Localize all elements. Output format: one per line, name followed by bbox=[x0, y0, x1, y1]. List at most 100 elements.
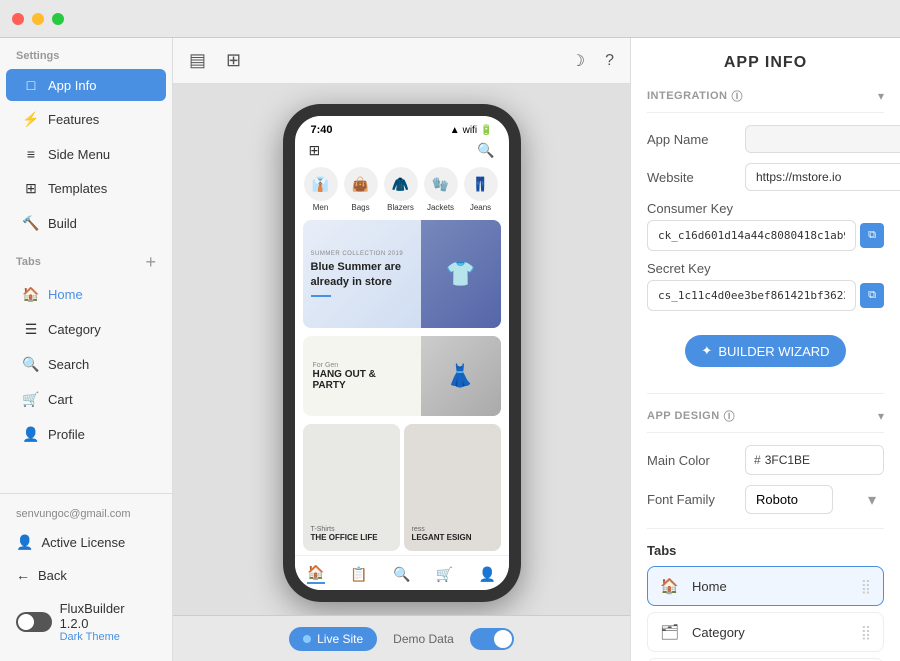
category-blazers-label: Blazers bbox=[387, 203, 414, 212]
consumer-key-input[interactable] bbox=[647, 220, 856, 251]
category-men-label: Men bbox=[313, 203, 329, 212]
phone-search-icon[interactable]: 🔍 bbox=[477, 142, 494, 159]
sidebar-toggle-icon[interactable]: ▤ bbox=[189, 50, 206, 71]
hamburger-icon[interactable]: ⊞ bbox=[309, 142, 321, 159]
cart-icon: 🛒 bbox=[22, 391, 40, 408]
features-icon: ⚡ bbox=[22, 111, 40, 128]
category-men[interactable]: 👔 Men bbox=[303, 167, 339, 212]
grid-view-icon[interactable]: ⊞ bbox=[226, 50, 241, 71]
demo-toggle-knob bbox=[494, 630, 512, 648]
banner-2: For Gen HANG OUT & PARTY 👗 bbox=[303, 336, 501, 416]
design-info-icon: ⓘ bbox=[724, 408, 736, 424]
font-family-select[interactable]: Roboto Open Sans Lato Montserrat bbox=[745, 485, 833, 514]
info-icon: ⓘ bbox=[731, 88, 743, 104]
tab-home-drag[interactable]: ⣿ bbox=[861, 578, 871, 595]
sidebar-item-app-info[interactable]: □ App Info bbox=[6, 69, 166, 101]
demo-toggle[interactable] bbox=[470, 628, 514, 650]
demo-data-label: Demo Data bbox=[393, 632, 454, 646]
banner-row: T-Shirts THE OFFICE LIFE ress LEGANT ESI… bbox=[303, 424, 501, 551]
banner1-tag: SUMMER COLLECTION 2019 bbox=[311, 251, 413, 257]
website-input[interactable] bbox=[745, 163, 900, 191]
battery-icon: 🔋 bbox=[480, 125, 492, 136]
secret-key-copy-btn[interactable]: ⧉ bbox=[860, 283, 884, 308]
phone-bottom-nav: 🏠 📋 🔍 🛒 👤 bbox=[295, 555, 509, 590]
phone-nav-search[interactable]: 🔍 bbox=[393, 566, 410, 583]
dark-mode-icon[interactable]: ☽ bbox=[571, 51, 585, 71]
category-jeans[interactable]: 👖 Jeans bbox=[463, 167, 499, 212]
banner2-title: HANG OUT & PARTY bbox=[313, 369, 411, 391]
license-label: Active License bbox=[41, 535, 125, 550]
help-icon[interactable]: ? bbox=[605, 52, 614, 70]
traffic-light-green[interactable] bbox=[52, 13, 64, 25]
phone-nav-home[interactable]: 🏠 bbox=[307, 564, 325, 584]
wifi-icon: wifi bbox=[463, 125, 477, 136]
banner2-image: 👗 bbox=[421, 336, 501, 416]
sidebar-item-build[interactable]: 🔨 Build bbox=[6, 207, 166, 240]
consumer-key-copy-btn[interactable]: ⧉ bbox=[860, 223, 884, 248]
sidebar-tab-home[interactable]: 🏠 Home bbox=[6, 278, 166, 311]
phone-nav-cart[interactable]: 🛒 bbox=[436, 566, 453, 583]
add-tab-button[interactable]: + bbox=[145, 253, 156, 271]
sidebar-tab-home-label: Home bbox=[48, 287, 83, 302]
banner1-image: 👕 bbox=[421, 220, 501, 328]
tab-home-label: Home bbox=[692, 579, 861, 594]
phone-time: 7:40 bbox=[311, 124, 333, 136]
sidebar-label-app-info: App Info bbox=[48, 78, 96, 93]
right-panel: APP INFO INTEGRATION ⓘ ▾ App Name Websit… bbox=[630, 38, 900, 661]
category-jeans-label: Jeans bbox=[470, 203, 491, 212]
tabs-section-label: Tabs bbox=[647, 543, 884, 558]
banner1-title: Blue Summer are already in store bbox=[311, 260, 413, 289]
app-version: FluxBuilder 1.2.0 bbox=[60, 601, 156, 631]
panel-title: APP INFO bbox=[647, 54, 884, 72]
traffic-light-red[interactable] bbox=[12, 13, 24, 25]
phone-search-bar: ⊞ 🔍 bbox=[295, 138, 509, 163]
sidebar-item-features[interactable]: ⚡ Features bbox=[6, 103, 166, 136]
dark-theme-toggle[interactable] bbox=[16, 612, 52, 632]
category-blazers[interactable]: 🧥 Blazers bbox=[383, 167, 419, 212]
phone-nav-category[interactable]: 📋 bbox=[350, 566, 367, 583]
category-jackets[interactable]: 🧤 Jackets bbox=[423, 167, 459, 212]
app-name-input[interactable] bbox=[745, 125, 900, 153]
sidebar-tab-cart[interactable]: 🛒 Cart bbox=[6, 383, 166, 416]
banner-1: SUMMER COLLECTION 2019 Blue Summer are a… bbox=[303, 220, 501, 328]
category-bags[interactable]: 👜 Bags bbox=[343, 167, 379, 212]
main-color-input[interactable] bbox=[765, 447, 884, 473]
tab-item-home[interactable]: 🏠 Home ⣿ bbox=[647, 566, 884, 606]
center-panel: ▤ ⊞ ☽ ? 7:40 ▲ wifi 🔋 bbox=[173, 38, 630, 661]
sidebar-tab-category[interactable]: ☰ Category bbox=[6, 313, 166, 346]
banner2-tag: For Gen bbox=[313, 362, 411, 369]
main-color-label: Main Color bbox=[647, 453, 737, 468]
app-design-section-label: APP DESIGN ⓘ bbox=[647, 408, 735, 424]
secret-key-input[interactable] bbox=[647, 280, 856, 311]
sidebar-tab-category-label: Category bbox=[48, 322, 101, 337]
toolbar: ▤ ⊞ ☽ ? bbox=[173, 38, 630, 84]
home-icon: 🏠 bbox=[22, 286, 40, 303]
sidebar-item-side-menu[interactable]: ≡ Side Menu bbox=[6, 138, 166, 170]
integration-chevron[interactable]: ▾ bbox=[878, 89, 884, 103]
back-button[interactable]: ← Back bbox=[6, 559, 166, 591]
banner4-tag: ress bbox=[412, 526, 493, 533]
titlebar bbox=[0, 0, 900, 38]
integration-section-label: INTEGRATION ⓘ bbox=[647, 88, 743, 104]
sidebar: Settings □ App Info ⚡ Features ≡ Side Me… bbox=[0, 38, 173, 661]
phone-nav-profile[interactable]: 👤 bbox=[478, 566, 495, 583]
phone-frame: 7:40 ▲ wifi 🔋 ⊞ 🔍 bbox=[283, 104, 521, 602]
dark-theme-label: Dark Theme bbox=[60, 631, 156, 643]
active-license[interactable]: 👤 Active License bbox=[6, 526, 166, 559]
app-name-label: App Name bbox=[647, 132, 737, 147]
phone-status-bar: 7:40 ▲ wifi 🔋 bbox=[295, 116, 509, 138]
traffic-light-yellow[interactable] bbox=[32, 13, 44, 25]
preview-bar: Live Site Demo Data bbox=[173, 615, 630, 661]
app-design-chevron[interactable]: ▾ bbox=[878, 409, 884, 423]
sidebar-tab-search[interactable]: 🔍 Search bbox=[6, 348, 166, 381]
builder-wizard-button[interactable]: ✦ BUILDER WIZARD bbox=[685, 335, 845, 367]
banner-small-2: ress LEGANT ESIGN bbox=[404, 424, 501, 551]
sidebar-tab-profile[interactable]: 👤 Profile bbox=[6, 418, 166, 451]
tab-category-drag[interactable]: ⣿ bbox=[861, 624, 871, 641]
user-email: senvungoc@gmail.com bbox=[6, 502, 166, 526]
live-site-button[interactable]: Live Site bbox=[289, 627, 377, 651]
sidebar-item-templates[interactable]: ⊞ Templates bbox=[6, 172, 166, 205]
secret-key-label: Secret Key bbox=[647, 261, 884, 276]
sidebar-label-build: Build bbox=[48, 216, 77, 231]
tab-item-category[interactable]: 🗂 Category ⣿ bbox=[647, 612, 884, 652]
